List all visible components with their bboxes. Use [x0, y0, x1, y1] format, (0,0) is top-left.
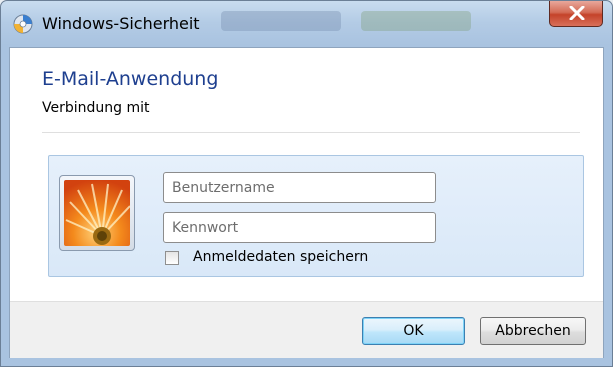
dialog-content: E-Mail-Anwendung Verbindung mit Benutzer… — [9, 47, 604, 358]
avatar — [59, 175, 135, 251]
credential-tile[interactable]: Anmeldedaten speichern — [48, 155, 584, 277]
app-title: E-Mail-Anwendung — [42, 68, 219, 90]
background-blur — [361, 11, 471, 31]
ok-button[interactable]: OK — [362, 317, 465, 345]
username-input[interactable] — [163, 172, 436, 203]
security-dialog-window: Windows-Sicherheit E-Mail-Anwendung Verb… — [0, 0, 613, 367]
password-input[interactable] — [163, 212, 436, 243]
remember-credentials-checkbox[interactable] — [165, 251, 179, 265]
cancel-button[interactable]: Abbrechen — [480, 317, 586, 345]
connection-subtitle: Verbindung mit — [42, 100, 150, 116]
user-tile-flower-icon — [64, 180, 130, 246]
title-bar[interactable]: Windows-Sicherheit — [1, 1, 612, 47]
background-blur — [221, 11, 341, 31]
divider — [42, 132, 580, 133]
remember-credentials-label[interactable]: Anmeldedaten speichern — [193, 247, 368, 267]
window-title: Windows-Sicherheit — [42, 14, 200, 33]
button-bar: OK Abbrechen — [10, 301, 603, 358]
close-icon — [569, 6, 585, 20]
close-button[interactable] — [549, 1, 603, 27]
windows-security-icon — [13, 14, 33, 34]
